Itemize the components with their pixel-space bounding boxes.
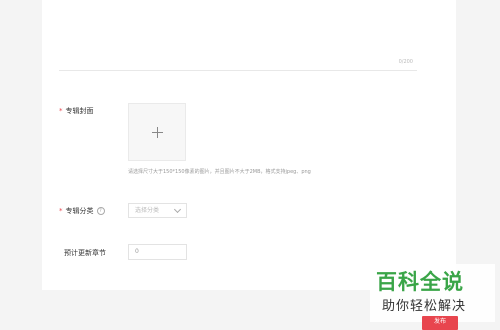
category-placeholder: 选择分类 bbox=[135, 207, 160, 214]
description-textarea[interactable]: 0/200 bbox=[59, 0, 417, 71]
required-marker: * bbox=[59, 207, 63, 215]
question-circle-icon[interactable]: ? bbox=[96, 207, 105, 215]
cover-upload-box[interactable] bbox=[128, 103, 186, 161]
category-select[interactable]: 选择分类 bbox=[128, 203, 187, 218]
watermark: 百科全说 助你轻松解决 bbox=[370, 264, 495, 322]
chevron-down-icon bbox=[173, 205, 182, 214]
chapters-label: 预计更新章节 bbox=[64, 249, 106, 257]
category-label-text: 专辑分类 bbox=[65, 207, 94, 215]
chapters-input[interactable]: 0 bbox=[128, 244, 187, 260]
cover-hint: 请选择尺寸大于150*150像素的图片，并且图片不大于2MB，格式支持jpeg、… bbox=[128, 169, 311, 175]
category-label: * 专辑分类? bbox=[59, 206, 105, 216]
watermark-title: 百科全说 bbox=[376, 270, 464, 294]
char-counter: 0/200 bbox=[398, 59, 413, 65]
cover-label-text: 专辑封面 bbox=[65, 107, 94, 115]
cover-label: * 专辑封面 bbox=[59, 106, 94, 116]
publish-button[interactable]: 发布 bbox=[422, 316, 458, 330]
plus-icon bbox=[151, 126, 163, 138]
watermark-subtitle: 助你轻松解决 bbox=[382, 299, 467, 314]
required-marker: * bbox=[59, 107, 63, 115]
